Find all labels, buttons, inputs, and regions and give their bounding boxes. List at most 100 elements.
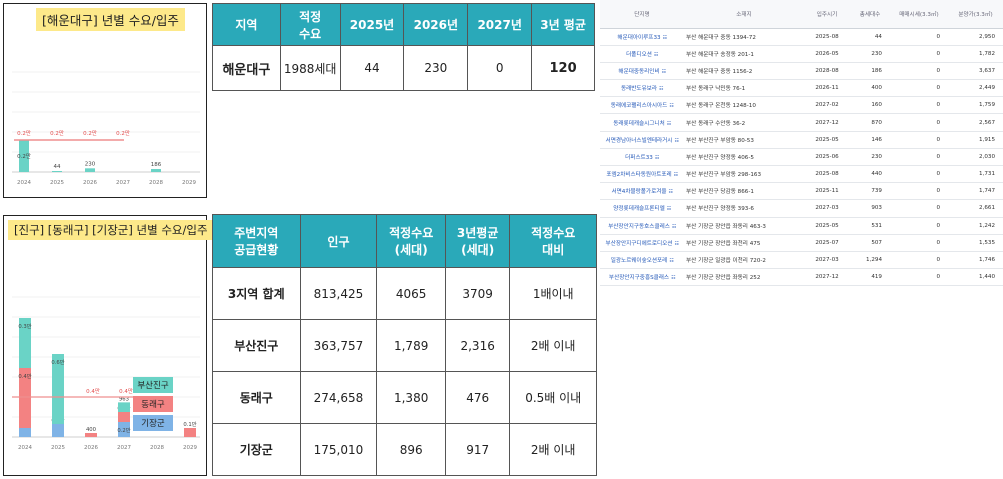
grid-icon[interactable]: ☷ [672,224,676,230]
listing-cell: 2027-12 [804,268,850,287]
x-tick-2028: 2028 [150,445,164,451]
listing-complex-name[interactable]: 포엠2차비스타동원아트포레 [606,172,671,178]
listing-complex-link[interactable]: 동래반도유보라 ☷ [600,79,684,98]
listing-complex-name[interactable]: 더퍼스트33 [625,155,653,161]
listing-complex-name[interactable]: 일광노르웨이숲오션포레 [611,258,668,264]
grid-icon[interactable]: ☷ [669,258,673,264]
listing-complex-name[interactable]: 서면4차블랑폴가로겨울 [611,189,666,195]
grid-icon[interactable]: ☷ [674,138,678,144]
listing-complex-link[interactable]: 일광노르웨이숲오션포레 ☷ [600,251,684,270]
listing-row[interactable]: 양정롯데캐슬프론티엘 ☷ 부산 부산진구 양정동 393-6 2027-03 903 0 2… [600,199,1003,218]
listing-cell: 1,440 [948,268,1003,287]
grid-icon[interactable]: ☷ [667,121,671,127]
listing-cell: 1,242 [948,217,1003,235]
bar-부산진구-2027 [118,402,130,412]
grid-icon[interactable]: ☷ [669,189,673,195]
grid-icon[interactable]: ☷ [659,86,663,92]
listing-row[interactable]: 부산장안지구디에트로디오션 ☷ 부산 기장군 장안읍 좌천리 475 2025-07 5… [600,234,1003,252]
listing-row[interactable]: 서면경남아너스빌엔테라거시 ☷ 부산 부산진구 부암동 80-53 2025-05 14… [600,131,1003,149]
listing-complex-name[interactable]: 더폴디오션 [626,52,652,58]
listing-cell: 0 [890,251,948,270]
listing-complex-name[interactable]: 동래에코팰리스아시아드 [611,103,668,109]
haeundae-chart-panel: [해운대구] 년별 수요/입주 0.2만 2024 44 2025 230 2026 202… [3,3,207,198]
bar-label-동래구-2024: 0.4만 [18,372,31,380]
haeundae-cell-0: 해운대구 [212,45,281,91]
listing-row[interactable]: 더폴디오션 ☷ 부산 해운대구 송정동 201-1 2026-05 230 0 1,782 [600,45,1003,63]
listing-complex-name[interactable]: 해운대아이루프33 [617,35,660,41]
listing-complex-link[interactable]: 서면4차블랑폴가로겨울 ☷ [600,182,684,201]
listing-cell: 2025-07 [804,234,850,252]
listing-header-4[interactable]: 매매시세(3.3㎡) [890,0,948,29]
listing-row[interactable]: 부산장안지구동호스클레스 ☷ 부산 기장군 장안읍 좌동리 463-3 2025-05… [600,217,1003,235]
listing-row[interactable]: 동래롯데캐슬시그니처 ☷ 부산 동래구 수안동 36-2 2027-12 870 0 2,5… [600,113,1003,132]
listing-complex-link[interactable]: 서면경남아너스빌엔테라거시 ☷ [600,131,684,149]
listing-header-3[interactable]: 총세대수 [850,0,890,29]
grid-icon[interactable]: ☷ [662,69,666,75]
listing-complex-link[interactable]: 해운대아이루프33 ☷ [600,28,684,46]
listing-header-1[interactable]: 소재지 [684,0,804,29]
listing-complex-link[interactable]: 더퍼스트33 ☷ [600,148,684,167]
grid-icon[interactable]: ☷ [667,206,671,212]
listing-complex-link[interactable]: 동래에코팰리스아시아드 ☷ [600,96,684,115]
listing-row[interactable]: 부산장안지구중흥S클래스 ☷ 부산 기장군 장안읍 좌동리 252 2027-12 41… [600,268,1003,287]
listing-complex-link[interactable]: 부산장안지구중흥S클래스 ☷ [600,268,684,287]
listing-complex-name[interactable]: 해운대중동리인비 [618,69,659,75]
listing-complex-link[interactable]: 포엠2차비스타동원아트포레 ☷ [600,165,684,184]
listing-complex-name[interactable]: 부산장안지구중흥S클래스 [609,275,669,281]
grid-icon[interactable]: ☷ [655,155,659,161]
x-tick-2025: 2025 [51,445,65,451]
listing-complex-link[interactable]: 부산장안지구디에트로디오션 ☷ [600,234,684,252]
haeundae-bar-chart: 0.2만 2024 44 2025 230 2026 2027 186 2028 2029 0.2만… [12,71,200,186]
listing-row[interactable]: 동래반도유보라 ☷ 부산 동래구 낙민동 76-1 2026-11 400 0 2,449 [600,79,1003,98]
listing-header-0[interactable]: 단지명 [600,0,684,29]
listing-row[interactable]: 해운대아이루프33 ☷ 부산 해운대구 중동 1394-72 2025-08 44 0 2,… [600,28,1003,46]
listing-cell: 0 [890,45,948,63]
haeundae-header-5: 3년 평균 [531,3,595,46]
grid-icon[interactable]: ☷ [663,35,667,41]
listing-cell: 부산 기장군 장안읍 좌천리 475 [684,234,804,252]
listing-complex-name[interactable]: 부산장안지구동호스클레스 [608,224,670,230]
east-region-bar-chart: 3710.4만0.3만20240.1만0.6만202540020260.2만0.… [12,296,200,451]
supply-cell: 3709 [444,267,511,320]
demand-label-2026: 0.4만 [86,387,100,395]
listing-complex-link[interactable]: 양정롯데캐슬프론티엘 ☷ [600,199,684,218]
bar-2028 [151,169,161,172]
listing-complex-name[interactable]: 양정롯데캐슬프론티엘 [613,206,664,212]
listing-cell: 2025-06 [804,148,850,167]
listing-complex-link[interactable]: 해운대중동리인비 ☷ [600,62,684,81]
listing-row[interactable]: 서면4차블랑폴가로겨울 ☷ 부산 부산진구 당감동 866-1 2025-11 739 0… [600,182,1003,201]
listing-cell: 419 [850,268,890,287]
listing-row[interactable]: 더퍼스트33 ☷ 부산 부산진구 양정동 406-5 2025-06 230 0 2,030 [600,148,1003,167]
supply-row: 3지역 합계 813,425 4065 3709 1배이내 [212,267,597,320]
listing-complex-link[interactable]: 동래롯데캐슬시그니처 ☷ [600,113,684,132]
listing-complex-name[interactable]: 동래반도유보라 [621,86,657,92]
listing-row[interactable]: 일광노르웨이숲오션포레 ☷ 부산 기장군 일광읍 이천리 720-2 2027-03 1… [600,251,1003,270]
grid-icon[interactable]: ☷ [674,172,678,178]
listing-complex-link[interactable]: 더폴디오션 ☷ [600,45,684,63]
listing-cell: 1,746 [948,251,1003,270]
bar-2026 [85,168,95,172]
listing-header-5[interactable]: 분양가(3.3㎡) [948,0,1003,29]
listing-complex-name[interactable]: 동래롯데캐슬시그니처 [613,121,664,127]
listing-row[interactable]: 해운대중동리인비 ☷ 부산 해운대구 중동 1156-2 2028-08 186 0 3,6… [600,62,1003,81]
grid-icon[interactable]: ☷ [671,275,675,281]
listing-cell: 507 [850,234,890,252]
listing-row[interactable]: 포엠2차비스타동원아트포레 ☷ 부산 부산진구 부암동 298-163 2025-08… [600,165,1003,184]
listing-complex-name[interactable]: 부산장안지구디에트로디오션 [606,241,673,247]
listing-cell: 2026-11 [804,79,850,98]
listing-cell: 부산 해운대구 중동 1156-2 [684,62,804,81]
haeundae-header-2: 2025년 [339,3,405,46]
supply-cell: 274,658 [299,371,378,424]
listing-complex-link[interactable]: 부산장안지구동호스클레스 ☷ [600,217,684,235]
supply-cell: 2배 이내 [509,319,597,372]
listing-row[interactable]: 동래에코팰리스아시아드 ☷ 부산 동래구 온천동 1248-10 2027-02 160… [600,96,1003,115]
listing-cell: 0 [890,131,948,149]
haeundae-header-0: 지역 [212,3,281,46]
listing-complex-name[interactable]: 서면경남아너스빌엔테라거시 [606,138,673,144]
grid-icon[interactable]: ☷ [654,52,658,58]
listing-cell: 400 [850,79,890,98]
haeundae-cell-1: 1988세대 [279,45,341,91]
grid-icon[interactable]: ☷ [669,103,673,109]
listing-header-2[interactable]: 입주시기 [804,0,850,29]
grid-icon[interactable]: ☷ [674,241,678,247]
